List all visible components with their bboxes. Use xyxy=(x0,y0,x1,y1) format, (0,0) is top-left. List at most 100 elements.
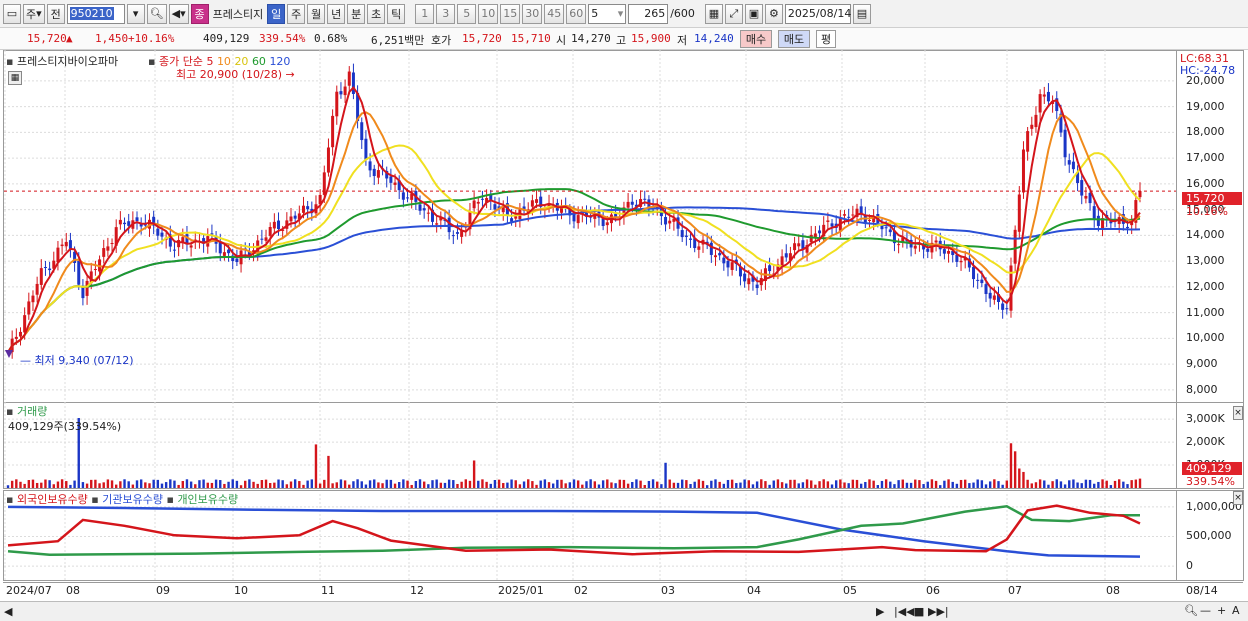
holding-close-icon[interactable]: × xyxy=(1233,491,1243,505)
minute-60[interactable]: 60 xyxy=(566,3,587,24)
candle-body xyxy=(942,249,946,254)
volume-bar xyxy=(851,479,855,488)
candle-body xyxy=(867,219,871,221)
volume-bar xyxy=(793,479,796,488)
volume-bar xyxy=(110,480,114,488)
volume-value-label: 409,129주(339.54%) xyxy=(8,420,122,433)
volume-bar xyxy=(306,480,309,488)
save-icon[interactable]: ▣ xyxy=(744,3,763,24)
scroll-bar[interactable]: ◀ ▶ |◀◀ ■ ▶▶| 🔍︎ — + A xyxy=(0,601,1248,621)
minute-30[interactable]: 30 xyxy=(522,3,543,24)
candle-body xyxy=(984,284,988,295)
candle-body xyxy=(48,268,52,271)
period-minute[interactable]: 분 xyxy=(347,3,366,24)
chart-canvas[interactable] xyxy=(0,50,1248,621)
volume-bar xyxy=(452,480,455,488)
table-icon[interactable]: ▦ xyxy=(8,71,22,85)
candle-body xyxy=(123,222,127,225)
candle-body xyxy=(1046,91,1050,102)
period-weekly[interactable]: 주 xyxy=(287,3,306,24)
candle-body xyxy=(172,249,176,251)
candle-body xyxy=(372,168,376,177)
minute-1[interactable]: 1 xyxy=(415,3,435,24)
volume-bar xyxy=(714,479,717,488)
volume-bar xyxy=(830,484,834,488)
chart-settings-icon[interactable]: ▦ xyxy=(704,3,723,24)
volume-bar xyxy=(1059,481,1063,488)
candle-body xyxy=(493,204,497,210)
last-page-icon[interactable]: ▶▶| xyxy=(928,605,949,618)
calendar-icon[interactable]: ▤ xyxy=(852,3,871,24)
volume-ratio: 339.54% xyxy=(259,32,306,45)
volume-bar xyxy=(447,479,451,488)
scroll-right-icon[interactable]: ▶ xyxy=(876,605,884,618)
minute-10[interactable]: 10 xyxy=(478,3,499,24)
stop-icon[interactable]: ■ xyxy=(914,605,924,618)
count-input[interactable]: 265 xyxy=(628,3,669,24)
period-second[interactable]: 초 xyxy=(367,3,386,24)
volume-bar xyxy=(139,479,143,488)
volume-bar xyxy=(726,479,730,488)
candle-body xyxy=(110,242,114,244)
institution-holding-line xyxy=(7,505,1141,558)
code-prefix-button[interactable]: 전 xyxy=(46,3,65,24)
stock-code-input[interactable]: 950210 xyxy=(66,3,125,24)
stock-badge[interactable]: 종 xyxy=(190,3,209,24)
volume-bar xyxy=(123,479,126,488)
period-tick[interactable]: 틱 xyxy=(387,3,406,24)
volume-bar xyxy=(227,481,230,488)
volume-bar xyxy=(564,483,567,488)
window-menu-icon[interactable]: ▭ xyxy=(3,3,21,24)
speaker-icon[interactable]: ◀▾ xyxy=(168,3,189,24)
date-input[interactable]: 2025/08/14 xyxy=(784,3,851,24)
x-tick-label: 12 xyxy=(410,584,424,597)
candle-body xyxy=(289,216,293,222)
volume-bar xyxy=(631,482,634,488)
first-page-icon[interactable]: |◀◀ xyxy=(894,605,915,618)
interval-select[interactable]: 5 ▾ xyxy=(588,3,627,24)
current-pct-tag: 10.16% xyxy=(1186,205,1228,218)
gear-icon[interactable]: ⚙ xyxy=(764,3,783,24)
candle-body xyxy=(859,206,863,214)
volume-bar xyxy=(173,480,176,488)
minute-45[interactable]: 45 xyxy=(544,3,565,24)
volume-bar xyxy=(668,479,671,488)
candle-body xyxy=(784,253,788,258)
volume-bar xyxy=(914,479,917,488)
code-dropdown-icon[interactable]: ▾ xyxy=(126,3,145,24)
minute-15[interactable]: 15 xyxy=(500,3,521,24)
volume-bar xyxy=(572,479,576,488)
period-daily[interactable]: 일 xyxy=(267,3,286,24)
period-yearly[interactable]: 년 xyxy=(327,3,346,24)
volume-bar xyxy=(1013,451,1017,488)
zoom-out-icon[interactable]: 🔍︎ xyxy=(1184,604,1198,617)
candle-body xyxy=(455,232,459,234)
price-tick-label: 14,000 xyxy=(1186,228,1225,242)
candle-body xyxy=(535,199,539,203)
minute-5[interactable]: 5 xyxy=(457,3,477,24)
volume-bar xyxy=(743,479,746,488)
average-button[interactable]: 평 xyxy=(816,30,836,48)
buy-button[interactable]: 매수 xyxy=(740,30,772,48)
minus-icon[interactable]: — xyxy=(1200,604,1211,617)
plus-icon[interactable]: + xyxy=(1217,604,1226,617)
volume-bar xyxy=(235,480,239,488)
volume-bar xyxy=(502,483,505,488)
candle-body xyxy=(605,222,609,226)
scroll-left-icon[interactable]: ◀ xyxy=(4,605,12,618)
open-price: 14,270 xyxy=(571,32,611,45)
volume-bar xyxy=(131,484,135,488)
font-size-icon[interactable]: A xyxy=(1232,604,1240,617)
chart-area[interactable]: ▪ 프레스티지바이오파마 ▪ 종가 단순 5 10 20 60 120 ▦ 최고… xyxy=(0,50,1248,621)
minute-3[interactable]: 3 xyxy=(436,3,456,24)
volume-bar xyxy=(518,484,522,488)
volume-bar xyxy=(214,479,218,488)
search-icon[interactable]: 🔍︎ xyxy=(146,3,167,24)
volume-close-icon[interactable]: × xyxy=(1233,406,1243,420)
market-select[interactable]: 주 ▾ xyxy=(23,3,45,24)
sell-button[interactable]: 매도 xyxy=(778,30,810,48)
period-monthly[interactable]: 월 xyxy=(307,3,326,24)
indicator-icon[interactable]: ⤢ xyxy=(724,3,743,24)
volume-bar xyxy=(701,480,705,488)
volume-bar xyxy=(198,480,201,488)
